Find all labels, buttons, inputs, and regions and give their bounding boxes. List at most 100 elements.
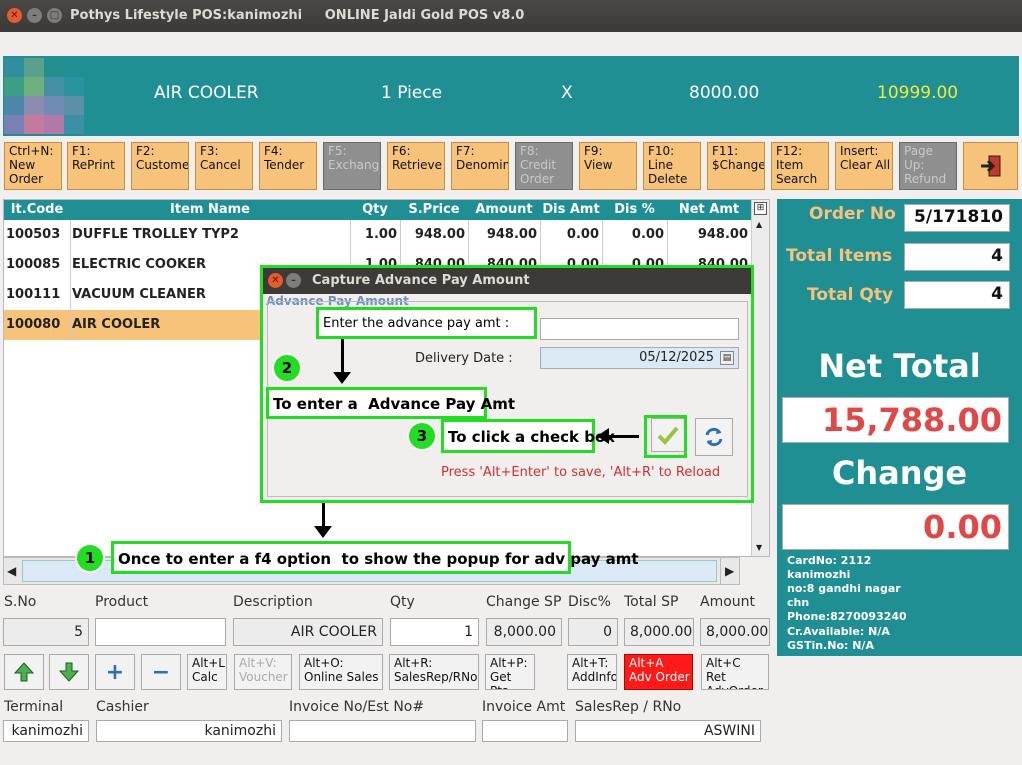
fkey-button-8[interactable]: F8: Credit Order <box>515 142 573 190</box>
fkey-button-4[interactable]: F4: Tender <box>259 142 317 190</box>
fkey-button-9[interactable]: F9: View <box>579 142 637 190</box>
refresh-icon <box>705 427 723 447</box>
terminal-label: Terminal <box>4 699 64 715</box>
column-header[interactable]: Amount <box>468 202 540 217</box>
column-header[interactable]: Dis % <box>602 202 667 217</box>
action-button-3[interactable]: Alt+R: SalesRep/RNo <box>389 654 479 690</box>
column-header[interactable]: S.Price <box>400 202 468 217</box>
scroll-down-icon[interactable]: ▼ <box>756 543 762 552</box>
qty-input[interactable]: 1 <box>390 618 479 646</box>
fkey-button-3[interactable]: F3: Cancel <box>195 142 253 190</box>
net-total-label: Net Total <box>818 347 981 385</box>
product-label: Product <box>95 594 149 610</box>
total-sp-field: 8,000.00 <box>624 618 694 646</box>
step-1-badge: 1 <box>75 543 105 573</box>
fkey-button-10[interactable]: F10: Line Delete <box>643 142 701 190</box>
product-input[interactable] <box>95 618 226 646</box>
column-chooser-icon[interactable]: ⊞ <box>754 202 767 215</box>
customer-credit: Cr.Available: N/A <box>787 625 890 638</box>
fkey-button-2[interactable]: F2: Customer <box>131 142 189 190</box>
exit-icon <box>980 155 1000 177</box>
step-3-note: To click a check box <box>441 419 615 453</box>
column-header[interactable]: Qty <box>350 202 400 217</box>
step-2-note: To enter a Advance Pay Amt <box>266 387 515 419</box>
annotation-arrowhead-2 <box>333 372 351 384</box>
fkey-button-14[interactable]: Page Up: Refund <box>899 142 957 190</box>
step-3-badge: 3 <box>407 421 437 451</box>
total-sp-label: Total SP <box>624 594 679 610</box>
fkey-button-5[interactable]: F5: Exchange <box>323 142 381 190</box>
fkey-button-7[interactable]: F7: Denomin <box>451 142 509 190</box>
calendar-icon[interactable]: ▤ <box>720 351 734 365</box>
change-label: Change <box>831 454 968 492</box>
column-header[interactable]: Item Name <box>70 202 350 217</box>
action-button-1[interactable]: Alt+V: Voucher <box>234 654 292 690</box>
action-button-5[interactable]: Alt+T: AddInfo <box>567 654 617 690</box>
change-sp-field[interactable]: 8,000.00 <box>486 618 562 646</box>
customer-name: kanimozhi <box>787 568 851 581</box>
minus-icon: − <box>151 659 171 685</box>
action-button-7[interactable]: Alt+C Ret AdvOrder <box>701 654 769 690</box>
action-button-6[interactable]: Alt+A Adv Order <box>624 654 693 690</box>
banner-x: X <box>561 83 573 103</box>
step-2-badge: 2 <box>272 353 302 383</box>
cashier-label: Cashier <box>96 699 149 715</box>
scroll-left-icon[interactable]: ◀ <box>7 564 16 578</box>
scroll-right-icon[interactable]: ▶ <box>720 557 740 585</box>
dialog-title: Capture Advance Pay Amount <box>312 273 530 288</box>
column-divider <box>70 220 71 340</box>
move-down-button[interactable] <box>49 654 89 690</box>
net-total-value: 15,788.00 <box>782 397 1009 443</box>
customer-card: CardNo: 2112 <box>787 554 872 567</box>
description-label: Description <box>233 594 313 610</box>
fkey-button-0[interactable]: Ctrl+N: New Order <box>4 142 62 190</box>
dialog-titlebar: ✕ – Capture Advance Pay Amount <box>263 268 751 294</box>
total-items-value: 4 <box>904 243 1010 271</box>
maximize-icon[interactable]: □ <box>47 8 62 23</box>
add-qty-button[interactable]: + <box>95 654 135 690</box>
table-cell: 948.00 <box>486 227 537 242</box>
table-cell: 0.00 <box>566 227 599 242</box>
column-header[interactable]: It.Code <box>4 202 70 217</box>
disc-field[interactable]: 0 <box>568 618 618 646</box>
store-logo <box>4 58 86 134</box>
advance-amt-input[interactable] <box>540 318 739 340</box>
fkey-button-1[interactable]: F1: RePrint <box>67 142 125 190</box>
amount-label: Amount <box>700 594 756 610</box>
reload-button[interactable] <box>695 418 733 456</box>
customer-city: chn <box>787 596 810 609</box>
exit-button[interactable] <box>963 142 1018 190</box>
sno-field: 5 <box>3 618 89 646</box>
fkey-button-12[interactable]: F12: Item Search <box>771 142 829 190</box>
scroll-up-icon[interactable]: ▲ <box>756 220 762 229</box>
invoice-label: Invoice No/Est No# <box>289 699 425 715</box>
order-no-value: 5/171810 <box>904 204 1010 232</box>
move-up-button[interactable] <box>4 654 44 690</box>
column-header[interactable]: Dis Amt <box>540 202 602 217</box>
action-button-0[interactable]: Alt+L: Calc <box>187 654 227 690</box>
banner-price: 8000.00 <box>689 83 760 103</box>
arrow-up-icon <box>13 662 35 682</box>
minimize-icon[interactable]: – <box>27 8 42 23</box>
table-row[interactable]: 100503 DUFFLE TROLLEY TYP2 1.00 948.00 948.0… <box>4 220 751 250</box>
close-icon[interactable]: ✕ <box>7 8 22 23</box>
window-titlebar: ✕ – □ Pothys Lifestyle POS:kanimozhi ONL… <box>0 0 1022 32</box>
customer-address: no:8 gandhi nagar <box>787 582 901 595</box>
column-header[interactable]: Net Amt <box>667 202 751 217</box>
table-cell: VACUUM CLEANER <box>72 287 206 302</box>
dialog-minimize-icon[interactable]: – <box>286 273 301 288</box>
invoice-amt-label: Invoice Amt <box>482 699 566 715</box>
table-cell: 1.00 <box>364 227 397 242</box>
action-button-4[interactable]: Alt+P: Get Pts <box>485 654 535 690</box>
plus-icon: + <box>105 659 125 685</box>
reduce-qty-button[interactable]: − <box>141 654 181 690</box>
window-title: Pothys Lifestyle POS:kanimozhi ONLINE Ja… <box>70 8 525 23</box>
action-button-2[interactable]: Alt+O: Online Sales <box>299 654 383 690</box>
fkey-button-13[interactable]: Insert: Clear All <box>835 142 893 190</box>
fkey-button-11[interactable]: F11: $Change <box>707 142 765 190</box>
annotation-arrowhead-1 <box>314 526 332 538</box>
table-cell: 100111 <box>6 287 61 302</box>
delivery-date-input[interactable]: 05/12/2025 <box>540 347 739 369</box>
dialog-close-icon[interactable]: ✕ <box>268 273 283 288</box>
fkey-button-6[interactable]: F6: Retrieve <box>387 142 445 190</box>
